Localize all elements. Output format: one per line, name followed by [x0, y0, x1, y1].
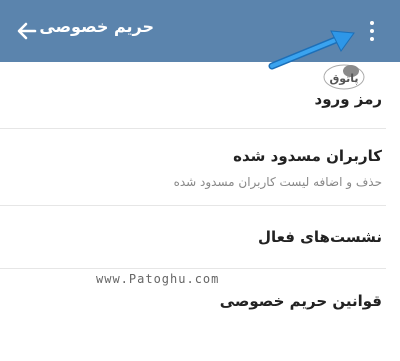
item-label: نشست‌های فعال	[258, 228, 382, 246]
item-label: کاربران مسدود شده	[233, 147, 382, 165]
item-subtitle: حذف و اضافه لیست کاربران مسدود شده	[173, 175, 382, 189]
list-item-blocked-users[interactable]: کاربران مسدود شده حذف و اضافه لیست کاربر…	[0, 129, 400, 205]
page-title: حریم خصوصی	[39, 17, 154, 36]
list-item-active-sessions[interactable]: نشست‌های فعال	[0, 206, 400, 268]
item-label: قوانین حریم خصوصی	[219, 292, 382, 310]
more-options-button[interactable]	[361, 16, 383, 46]
item-label: رمز ورود	[314, 90, 382, 108]
arrow-back-icon	[17, 22, 37, 40]
more-vertical-icon-dot	[370, 29, 374, 33]
back-button[interactable]	[14, 18, 40, 44]
more-vertical-icon-dot	[370, 37, 374, 41]
watermark-text: www.Patoghu.com	[96, 272, 220, 286]
more-vertical-icon	[370, 21, 374, 25]
list-item-passcode[interactable]: رمز ورود	[0, 62, 400, 128]
